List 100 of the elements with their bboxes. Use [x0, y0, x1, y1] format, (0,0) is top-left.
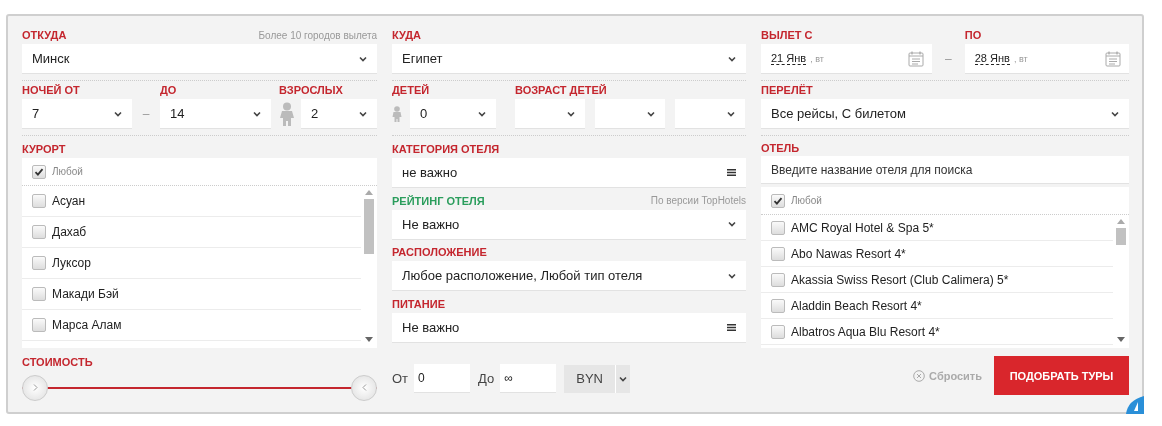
field-label: КУДА	[392, 29, 422, 41]
chevron-down-icon	[567, 110, 575, 117]
checkbox-label: Abo Nawas Resort 4*	[791, 246, 906, 261]
dropdown-value: Минск	[32, 51, 70, 66]
checkbox[interactable]	[32, 164, 46, 179]
weekday-text: , вт	[810, 53, 825, 64]
checkbox[interactable]	[32, 194, 46, 208]
dropdown[interactable]: Все рейсы, С билетом	[761, 99, 1129, 129]
calendar-icon	[1105, 50, 1121, 67]
checkbox[interactable]	[771, 298, 785, 313]
chevron-down-icon	[1111, 110, 1119, 117]
field-label: ВОЗРАСТ ДЕТЕЙ	[515, 84, 607, 96]
dropdown[interactable]: не важно	[392, 158, 746, 188]
dropdown[interactable]: 14	[160, 99, 271, 129]
person-icon	[279, 102, 295, 126]
calendar-icon	[908, 50, 925, 67]
dropdown-value: Не важно	[402, 216, 460, 232]
checkbox-label: Дахаб	[52, 225, 87, 239]
dropdown-value: 7	[32, 106, 40, 121]
checkbox-label: Любой	[52, 166, 83, 177]
close-circle-icon	[913, 369, 926, 382]
field-label: КУРОРТ	[22, 143, 66, 155]
chevron-down-icon	[478, 110, 486, 117]
field-label: ДЕТЕЙ	[392, 84, 430, 96]
date-value: 21 Янв	[771, 52, 807, 65]
checkbox-label: Макади Бэй	[52, 287, 119, 301]
dropdown[interactable]: Не важно	[392, 312, 746, 343]
checkbox[interactable]	[771, 193, 785, 208]
date-value: 28 Янв	[974, 52, 1010, 65]
price-from-field[interactable]: 0	[414, 364, 471, 393]
field-label: ВЗРОСЛЫХ	[279, 84, 343, 96]
field-label: ВЫЛЕТ С	[761, 29, 813, 41]
dropdown[interactable]: Египет	[392, 44, 746, 74]
chevron-down-icon	[647, 110, 655, 117]
currency-dropdown[interactable]: BYN	[564, 364, 615, 393]
checkbox-label: Albatros Aqua Blu Resort 4*	[791, 324, 940, 339]
search-field[interactable]: Введите название отеля для поиска	[761, 156, 1129, 184]
separator-dash: –	[944, 51, 953, 68]
date-field[interactable]: 21 Янв , вт	[761, 44, 933, 74]
checkbox-label: Aladdin Beach Resort 4*	[791, 298, 922, 313]
price-to-field[interactable]: ∞	[500, 364, 557, 393]
chevron-down-icon	[253, 110, 261, 117]
checkbox[interactable]	[32, 225, 46, 239]
checkbox[interactable]	[771, 246, 785, 261]
checkbox[interactable]	[32, 287, 46, 301]
hint-text: Более 10 городов вылета	[258, 29, 377, 41]
dropdown[interactable]: 0	[410, 99, 496, 129]
dropdown[interactable]	[595, 99, 665, 129]
price-from-label: От	[392, 371, 409, 386]
dropdown[interactable]: 2	[301, 99, 377, 129]
scroll-up-icon	[365, 190, 373, 195]
scrollbar-thumb[interactable]	[1116, 228, 1126, 245]
chevron-down-icon	[114, 110, 122, 117]
dropdown-value: Не важно	[402, 319, 460, 335]
checkbox[interactable]	[771, 272, 785, 287]
dropdown-value: 14	[170, 106, 185, 121]
menu-icon	[727, 169, 736, 176]
date-field[interactable]: 28 Янв , вт	[964, 44, 1129, 74]
menu-icon	[727, 323, 736, 331]
dropdown-value: Все рейсы, С билетом	[771, 106, 906, 121]
checkbox[interactable]	[32, 318, 46, 332]
checkbox[interactable]	[32, 256, 46, 270]
checkbox-label: AMC Royal Hotel & Spa 5*	[791, 220, 934, 235]
checkbox-label: Асуан	[52, 194, 86, 208]
dropdown[interactable]: 7	[22, 99, 132, 129]
dropdown-value: Любое расположение, Любой тип отеля	[402, 268, 643, 283]
dropdown[interactable]: Любое расположение, Любой тип отеля	[392, 261, 746, 291]
search-button[interactable]: ПОДОБРАТЬ ТУРЫ	[994, 356, 1129, 395]
dropdown-toggle[interactable]	[615, 364, 630, 393]
field-label: ПИТАНИЕ	[392, 297, 445, 310]
separator-dash: –	[141, 106, 151, 123]
slider-handle[interactable]	[351, 374, 377, 401]
checkbox[interactable]	[771, 324, 785, 339]
field-label: ОТЕЛЬ	[761, 142, 800, 155]
chevron-down-icon	[359, 110, 367, 117]
weekday-text: , вт	[1013, 53, 1029, 64]
price-to-label: До	[478, 371, 495, 386]
dropdown[interactable]: Не важно	[392, 209, 746, 240]
checkbox-label: Akassia Swiss Resort (Club Calimera) 5*	[791, 272, 1009, 287]
slider-handle[interactable]	[22, 374, 48, 401]
field-label: СТОИМОСТЬ	[22, 356, 93, 369]
dropdown[interactable]: Минск	[22, 44, 377, 74]
dropdown[interactable]	[675, 99, 745, 129]
checkbox[interactable]	[771, 220, 785, 235]
checkbox-label: Любой	[791, 195, 822, 206]
field-label: ОТКУДА	[22, 29, 67, 41]
chevron-down-icon	[727, 110, 735, 117]
chevron-down-icon	[728, 55, 736, 62]
field-label: КАТЕГОРИЯ ОТЕЛЯ	[392, 143, 500, 155]
chevron-down-icon	[728, 221, 736, 227]
field-label: ДО	[160, 84, 177, 96]
field-label: РАСПОЛОЖЕНИЕ	[392, 246, 487, 258]
field-label: РЕЙТИНГ ОТЕЛЯ	[392, 194, 485, 207]
scroll-up-icon	[1117, 219, 1125, 224]
field-label: ПЕРЕЛЁТ	[761, 84, 813, 96]
chevron-down-icon	[359, 55, 367, 62]
dropdown[interactable]	[515, 99, 585, 129]
child-icon	[392, 106, 402, 122]
field-label: ПО	[964, 29, 982, 41]
scrollbar-thumb[interactable]	[364, 199, 374, 254]
